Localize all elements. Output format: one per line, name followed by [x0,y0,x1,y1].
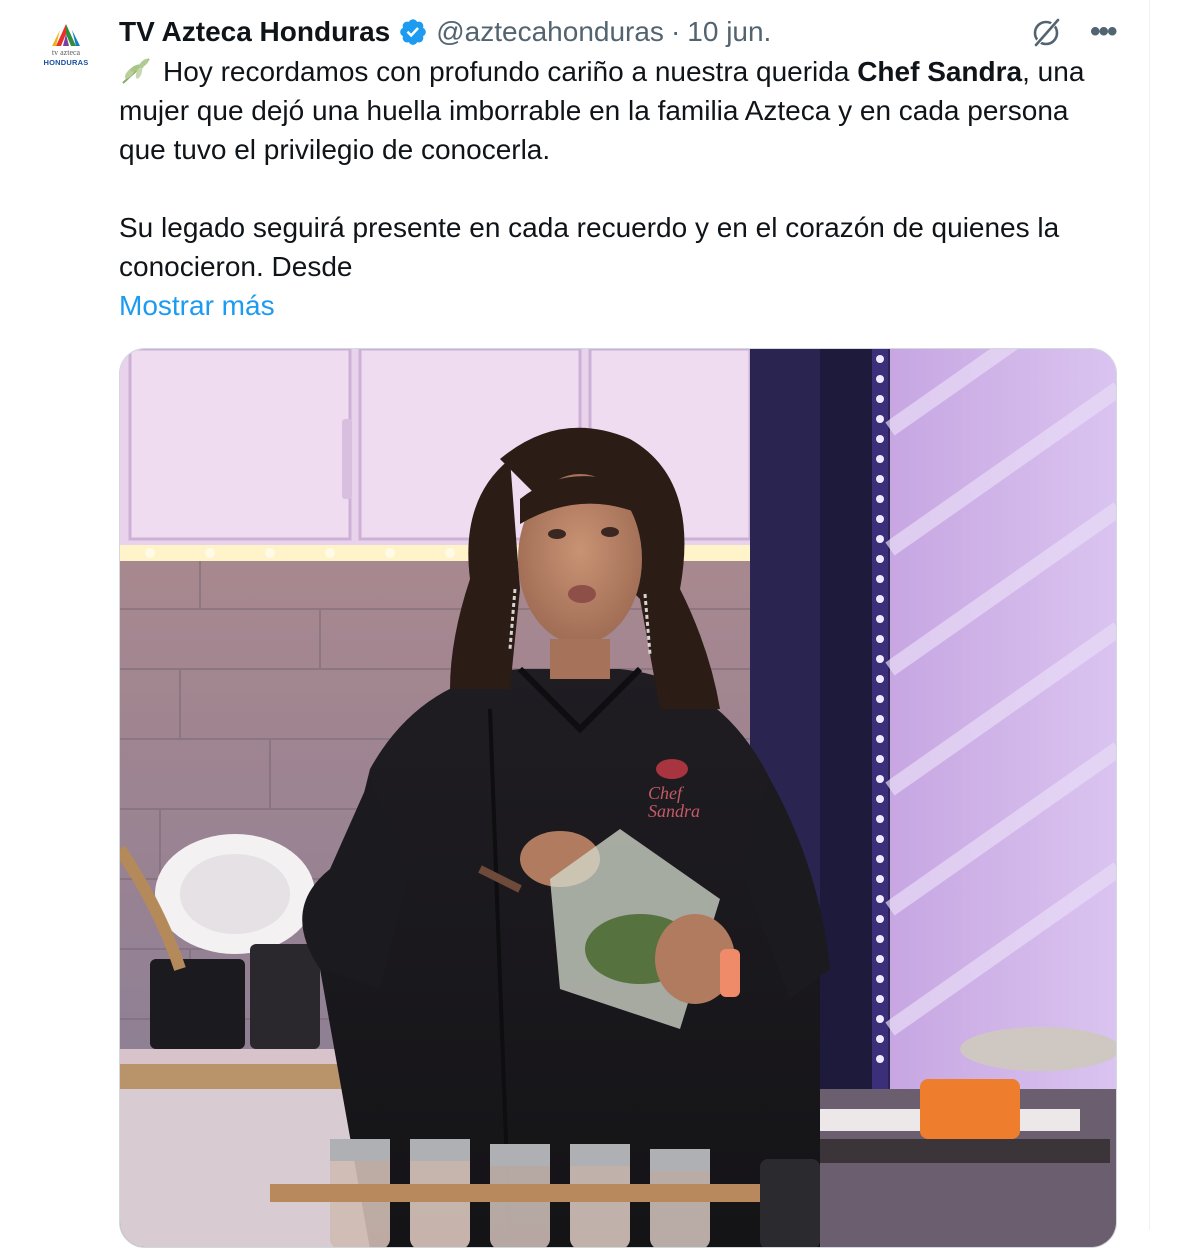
grok-icon[interactable] [1028,14,1064,50]
tweet-bold-name: Chef Sandra [857,56,1023,87]
tweet-text: Hoy recordamos con profundo cariño a nue… [119,52,1119,325]
avatar-logo-line1: tv azteca [51,48,81,57]
herb-icon [122,58,150,84]
avatar-logo-line2: HONDURAS [43,58,89,67]
apron-text-line2: Sandra [648,801,700,821]
separator-dot: · [670,16,681,47]
avatar[interactable]: tv azteca HONDURAS [30,16,102,88]
more-icon[interactable]: ••• [1090,14,1117,50]
show-more-link[interactable]: Mostrar más [119,290,275,321]
tweet-paragraph-2: Su legado seguirá presente en cada recue… [119,212,1060,282]
tweet-line1-pre: Hoy recordamos con profundo cariño a nue… [163,56,858,87]
apron-text-line1: Chef [648,783,685,803]
tweet-actions-top: ••• [1028,14,1117,50]
tweet-media-image[interactable]: Chef Sandra [119,348,1117,1248]
tweet-header: TV Azteca Honduras @aztecahonduras · 10 … [119,12,771,52]
chef-photo: Chef Sandra [120,349,1116,1247]
author-handle[interactable]: @aztecahonduras [436,12,664,52]
verified-badge-icon [400,19,427,45]
author-name[interactable]: TV Azteca Honduras [119,12,390,52]
tweet-date[interactable]: 10 jun. [687,12,771,52]
tweet[interactable]: tv azteca HONDURAS TV Azteca Honduras @a… [0,0,1150,1248]
tweet-paragraph-1: Hoy recordamos con profundo cariño a nue… [119,52,1119,169]
